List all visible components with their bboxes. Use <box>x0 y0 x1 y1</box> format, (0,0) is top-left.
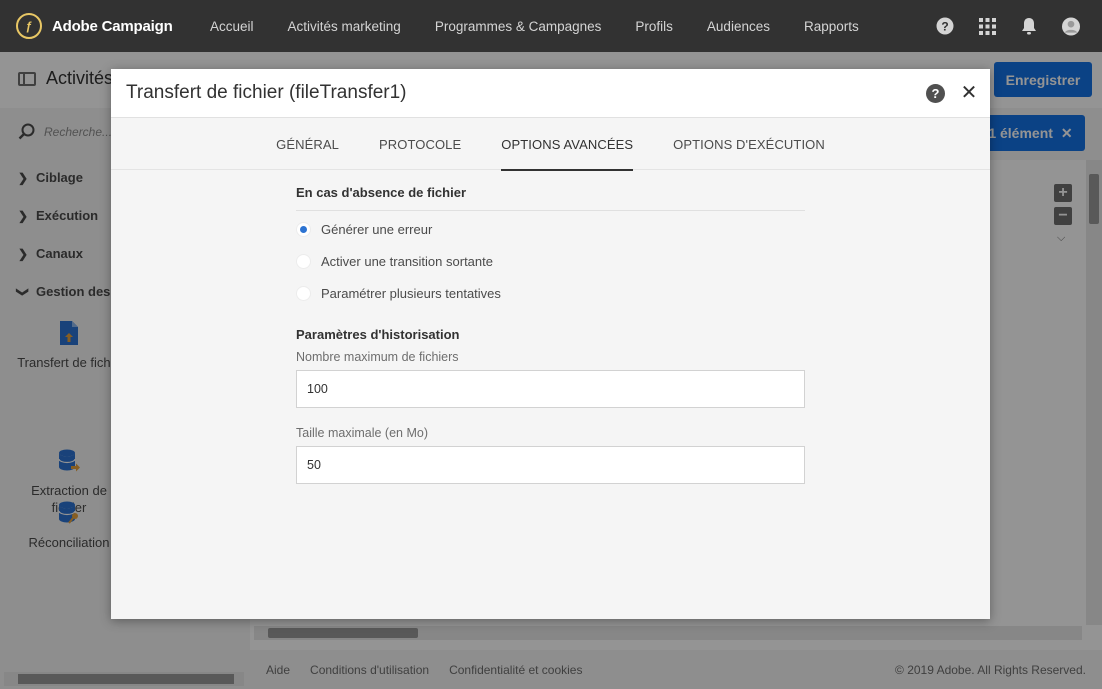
radio-button[interactable] <box>296 285 311 301</box>
main-nav: Accueil Activités marketing Programmes &… <box>208 0 876 52</box>
tab-protocole[interactable]: PROTOCOLE <box>359 118 481 170</box>
radio-label: Activer une transition sortante <box>321 253 493 269</box>
radio-label: Paramétrer plusieurs tentatives <box>321 285 501 301</box>
file-transfer-dialog: Transfert de fichier (fileTransfer1) ? ✕… <box>111 69 990 619</box>
adobe-campaign-logo-icon: ƒ <box>16 13 42 39</box>
app-name: Adobe Campaign <box>52 17 173 35</box>
advanced-options-form: En cas d'absence de fichier Générer une … <box>296 185 805 484</box>
svg-text:?: ? <box>941 20 948 34</box>
help-icon[interactable]: ? <box>926 84 945 103</box>
radio-label: Générer une erreur <box>321 221 433 237</box>
section-title-history: Paramètres d'historisation <box>296 327 460 342</box>
close-icon[interactable]: ✕ <box>961 81 978 104</box>
divider <box>296 210 805 211</box>
tab-options-avancees[interactable]: OPTIONS AVANCÉES <box>481 118 653 171</box>
max-files-input[interactable] <box>296 370 805 408</box>
radio-button-selected[interactable] <box>296 221 311 237</box>
top-navigation-bar: ƒ Adobe Campaign Accueil Activités marke… <box>0 0 1102 52</box>
nav-item-activites-marketing[interactable]: Activités marketing <box>271 0 418 52</box>
tab-options-execution[interactable]: OPTIONS D'EXÉCUTION <box>653 118 845 170</box>
dialog-tabs: GÉNÉRAL PROTOCOLE OPTIONS AVANCÉES OPTIO… <box>111 118 990 171</box>
radio-option-multiple-attempts[interactable]: Paramétrer plusieurs tentatives <box>296 277 805 309</box>
nav-item-rapports[interactable]: Rapports <box>787 0 876 52</box>
tab-general[interactable]: GÉNÉRAL <box>256 118 359 170</box>
nav-item-profils[interactable]: Profils <box>618 0 690 52</box>
max-size-label: Taille maximale (en Mo) <box>296 426 428 440</box>
radio-button[interactable] <box>296 253 311 269</box>
section-title-missing-file: En cas d'absence de fichier <box>296 185 466 200</box>
radio-option-outbound-transition[interactable]: Activer une transition sortante <box>296 245 805 277</box>
app-switcher-icon[interactable] <box>978 17 996 35</box>
max-size-input[interactable] <box>296 446 805 484</box>
app-logo[interactable]: ƒ Adobe Campaign <box>16 13 206 39</box>
help-icon[interactable]: ? <box>936 17 954 35</box>
top-icons: ? <box>936 0 1080 52</box>
nav-item-accueil[interactable]: Accueil <box>208 0 271 52</box>
missing-file-radio-group: Générer une erreur Activer une transitio… <box>296 213 805 309</box>
radio-option-generate-error[interactable]: Générer une erreur <box>296 213 805 245</box>
dialog-header: Transfert de fichier (fileTransfer1) ? ✕ <box>111 69 990 118</box>
bell-icon[interactable] <box>1020 17 1038 35</box>
user-avatar-icon[interactable] <box>1062 17 1080 35</box>
max-files-label: Nombre maximum de fichiers <box>296 350 459 364</box>
dialog-title: Transfert de fichier (fileTransfer1) <box>126 82 407 103</box>
nav-item-programmes-campagnes[interactable]: Programmes & Campagnes <box>418 0 619 52</box>
nav-item-audiences[interactable]: Audiences <box>690 0 787 52</box>
